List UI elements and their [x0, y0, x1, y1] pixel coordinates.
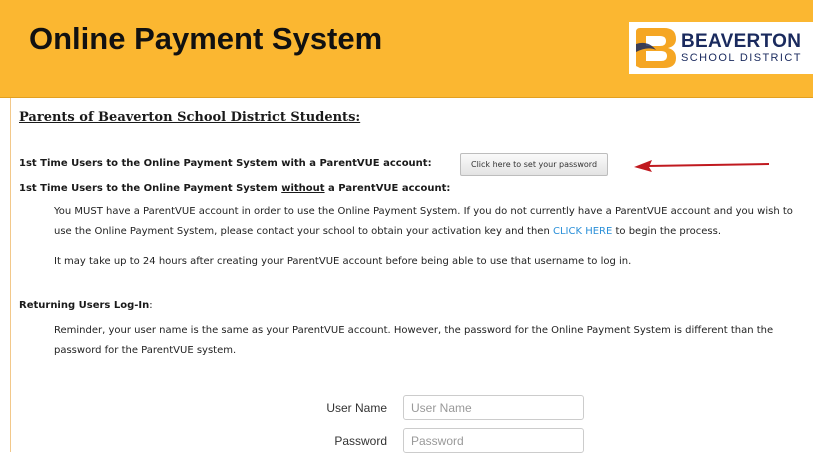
username-input[interactable]: [403, 395, 584, 420]
reminder-line2: password for the ParentVUE system.: [54, 345, 237, 356]
set-password-button[interactable]: Click here to set your password: [460, 153, 608, 176]
red-arrow-icon: [634, 160, 769, 172]
first-time-without-label: 1st Time Users to the Online Payment Sys…: [19, 183, 450, 194]
returning-users-label: Returning Users Log-In:: [19, 300, 153, 311]
without-emphasis: without: [281, 183, 325, 194]
header-divider: [0, 97, 813, 98]
section-heading: Parents of Beaverton School District Stu…: [19, 110, 361, 125]
page-header: Online Payment System BEAVERTON SCHOOL D…: [0, 0, 813, 97]
first-time-with-label: 1st Time Users to the Online Payment Sys…: [19, 158, 432, 169]
content-left-border: [10, 98, 11, 452]
returning-colon: :: [149, 300, 153, 311]
page-title: Online Payment System: [29, 21, 383, 56]
password-input[interactable]: [403, 428, 584, 453]
returning-bold: Returning Users Log-In: [19, 300, 150, 311]
label-part: a ParentVUE account:: [324, 183, 451, 194]
logo-name: BEAVERTON: [681, 31, 802, 52]
text-part: to begin the process.: [612, 226, 722, 237]
activation-paragraph-line1: You MUST have a ParentVUE account in ord…: [54, 206, 793, 217]
district-logo[interactable]: BEAVERTON SCHOOL DISTRICT: [629, 22, 813, 74]
logo-subtitle: SCHOOL DISTRICT: [681, 52, 802, 64]
password-label: Password: [334, 434, 387, 448]
reminder-line1: Reminder, your user name is the same as …: [54, 325, 774, 336]
activation-paragraph-line2: use the Online Payment System, please co…: [54, 222, 721, 242]
username-label: User Name: [326, 401, 387, 415]
click-here-link[interactable]: CLICK HERE: [553, 226, 612, 237]
text-part: use the Online Payment System, please co…: [54, 226, 553, 237]
wait-notice: It may take up to 24 hours after creatin…: [54, 256, 632, 267]
label-part: 1st Time Users to the Online Payment Sys…: [19, 183, 282, 194]
logo-mark-icon: [634, 26, 678, 70]
